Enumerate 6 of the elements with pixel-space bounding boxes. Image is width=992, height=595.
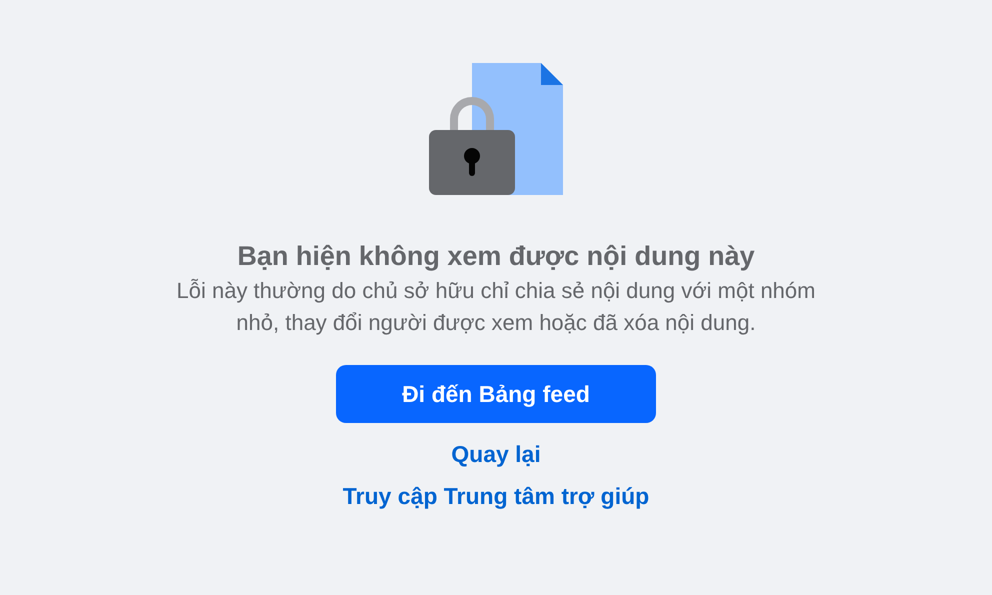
error-title: Bạn hiện không xem được nội dung này (237, 240, 755, 273)
go-to-feed-button[interactable]: Đi đến Bảng feed (336, 365, 656, 423)
locked-document-icon (429, 63, 563, 195)
link[interactable]: Truy cập Trung tâm trợ giúp (342, 481, 650, 511)
link[interactable]: Quay lại (451, 439, 541, 469)
error-message: Lỗi này thường do chủ sở hữu chỉ chia sẻ nội dung với một nhóm nhỏ, thay đổi người được xem hoặc đã xóa nội dung. (176, 277, 816, 337)
